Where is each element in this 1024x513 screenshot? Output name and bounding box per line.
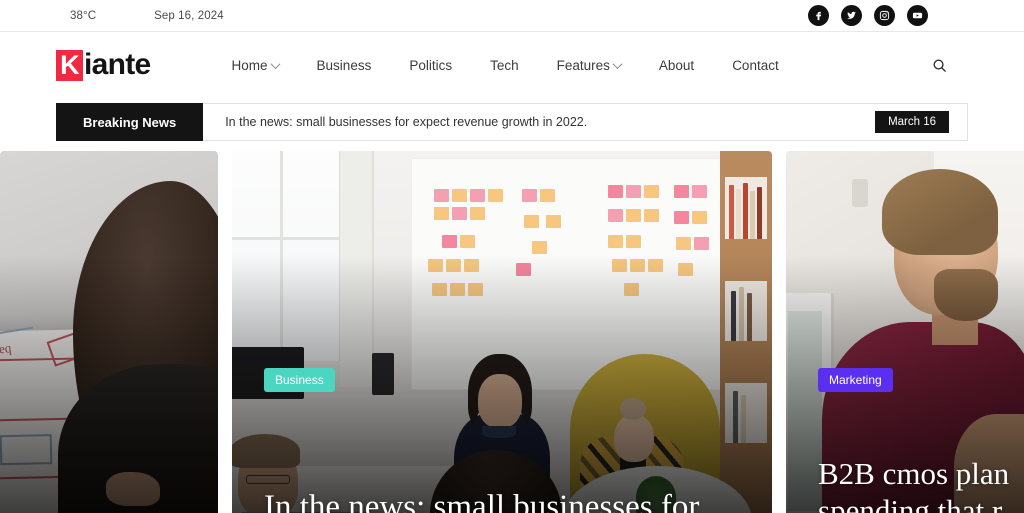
nav-item-features[interactable]: Features [538, 58, 640, 73]
date-badge: March 16 [875, 111, 949, 133]
hero-carousel: Bier seq g's [0, 151, 1024, 513]
nav-label: Politics [409, 58, 453, 73]
hero-card-left[interactable]: Bier seq g's [0, 151, 218, 513]
headline-line-1: B2B cmos plan [818, 456, 1010, 492]
breaking-news-date-wrap: March 16 [875, 104, 967, 140]
image-gradient-overlay [0, 255, 218, 513]
nav-label: Features [556, 58, 610, 73]
hero-headline-center[interactable]: In the news: small businesses for expect… [264, 488, 752, 513]
twitter-icon[interactable] [841, 5, 862, 26]
wall-sconce-shape [852, 179, 868, 207]
temperature-text: 38°C [70, 9, 97, 22]
social-links [808, 5, 1000, 26]
instagram-icon[interactable] [874, 5, 895, 26]
facebook-icon[interactable] [808, 5, 829, 26]
nav-item-business[interactable]: Business [298, 58, 391, 73]
category-badge-marketing[interactable]: Marketing [818, 368, 893, 392]
site-header: K iante Home Business Politics Tech Feat… [0, 32, 1024, 99]
headline-line-2: spending that r [818, 492, 1003, 513]
main-navigation: Home Business Politics Tech Features Abo… [213, 58, 798, 73]
nav-item-tech[interactable]: Tech [471, 58, 538, 73]
hero-card-center[interactable]: Business In the news: small businesses f… [232, 151, 772, 513]
category-badge-business[interactable]: Business [264, 368, 335, 392]
person-hair-shape [882, 169, 998, 255]
nav-label: Business [316, 58, 372, 73]
logo-initial: K [56, 50, 83, 81]
nav-label: Contact [732, 58, 779, 73]
nav-item-politics[interactable]: Politics [390, 58, 471, 73]
chevron-down-icon [270, 59, 280, 70]
breaking-news-bar: Breaking News In the news: small busines… [0, 103, 1024, 141]
nav-item-about[interactable]: About [640, 58, 713, 73]
top-utility-bar: 38°C Sep 16, 2024 [0, 0, 1024, 32]
youtube-icon[interactable] [907, 5, 928, 26]
nav-label: About [658, 58, 695, 73]
nav-label: Home [231, 58, 268, 73]
chevron-down-icon [612, 59, 623, 70]
hero-headline-right[interactable]: B2B cmos plan spending that r influencer… [818, 456, 1024, 513]
nav-item-contact[interactable]: Contact [713, 58, 798, 73]
nav-label: Tech [490, 58, 519, 73]
date-text: Sep 16, 2024 [154, 9, 224, 22]
logo-wordmark: iante [84, 47, 151, 81]
topbar-info-group: 38°C Sep 16, 2024 [0, 10, 224, 22]
search-icon[interactable] [926, 53, 952, 79]
nav-item-home[interactable]: Home [213, 58, 298, 73]
hero-card-right[interactable]: Marketing B2B cmos plan spending that r … [786, 151, 1024, 513]
breaking-news-headline[interactable]: In the news: small businesses for expect… [203, 104, 875, 140]
site-logo[interactable]: K iante [56, 47, 151, 82]
breaking-news-label: Breaking News [56, 103, 204, 141]
